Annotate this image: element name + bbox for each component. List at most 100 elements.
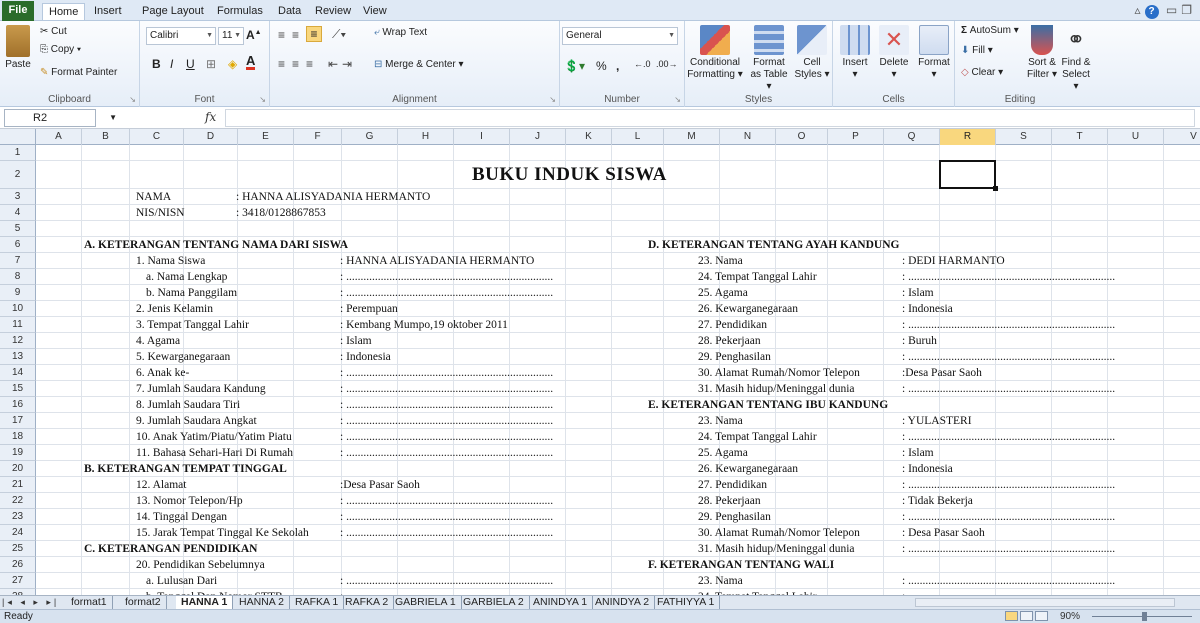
row-header-10[interactable]: 10 bbox=[0, 301, 36, 317]
spreadsheet-grid[interactable]: ABCDEFGHIJKLMNOPQRSTUVW 1234567891011121… bbox=[0, 129, 1200, 595]
font-color-icon[interactable]: A bbox=[246, 54, 256, 70]
column-header-c[interactable]: C bbox=[130, 129, 184, 145]
row-header-24[interactable]: 24 bbox=[0, 525, 36, 541]
row-header-5[interactable]: 5 bbox=[0, 221, 36, 237]
format-painter-button[interactable]: ✎ Format Painter bbox=[40, 67, 117, 78]
tab-page-layout[interactable]: Page Layout bbox=[136, 3, 210, 20]
tab-home[interactable]: Home bbox=[42, 3, 86, 20]
increase-indent-icon[interactable]: ⇥ bbox=[342, 57, 352, 71]
row-header-9[interactable]: 9 bbox=[0, 285, 36, 301]
sheet-tab[interactable]: ANINDYA 1 bbox=[528, 596, 594, 609]
window-minimize-icon[interactable]: ▭ bbox=[1166, 3, 1181, 17]
borders-icon[interactable]: ⊞ bbox=[206, 57, 216, 71]
column-header-b[interactable]: B bbox=[82, 129, 130, 145]
align-top-icon[interactable]: ≡ bbox=[278, 28, 285, 42]
column-header-n[interactable]: N bbox=[720, 129, 776, 145]
insert-cells-button[interactable]: Insert ▾ bbox=[837, 25, 873, 81]
column-header-p[interactable]: P bbox=[828, 129, 884, 145]
comma-button[interactable]: , bbox=[616, 59, 619, 73]
column-header-d[interactable]: D bbox=[184, 129, 238, 145]
column-header-r[interactable]: R bbox=[940, 129, 996, 145]
normal-view-icon[interactable] bbox=[1005, 611, 1018, 621]
delete-cells-button[interactable]: ✕ Delete ▾ bbox=[875, 25, 913, 81]
align-right-icon[interactable]: ≡ bbox=[306, 57, 313, 71]
font-launcher-icon[interactable]: ↘ bbox=[259, 95, 266, 104]
column-header-f[interactable]: F bbox=[294, 129, 342, 145]
format-cells-button[interactable]: Format ▾ bbox=[915, 25, 953, 81]
sheet-nav-arrows[interactable]: |◂ ◂ ▸ ▸| bbox=[2, 596, 59, 609]
align-middle-icon[interactable]: ≡ bbox=[292, 28, 299, 42]
row-header-18[interactable]: 18 bbox=[0, 429, 36, 445]
column-header-j[interactable]: J bbox=[510, 129, 566, 145]
merge-center-button[interactable]: ⊟ Merge & Center ▾ bbox=[374, 59, 464, 70]
column-header-i[interactable]: I bbox=[454, 129, 510, 145]
sheet-tab[interactable]: HANNA 2 bbox=[234, 596, 290, 609]
column-header-h[interactable]: H bbox=[398, 129, 454, 145]
sheet-tab[interactable]: ANINDYA 2 bbox=[590, 596, 656, 609]
column-header-v[interactable]: V bbox=[1164, 129, 1200, 145]
row-header-7[interactable]: 7 bbox=[0, 253, 36, 269]
tab-file[interactable]: File bbox=[2, 1, 34, 21]
tab-insert[interactable]: Insert bbox=[88, 3, 128, 20]
column-header-s[interactable]: S bbox=[996, 129, 1052, 145]
function-icon[interactable]: fx bbox=[205, 110, 216, 124]
column-header-q[interactable]: Q bbox=[884, 129, 940, 145]
column-header-k[interactable]: K bbox=[566, 129, 612, 145]
zoom-slider-handle[interactable] bbox=[1142, 612, 1147, 621]
horizontal-scrollbar[interactable] bbox=[915, 598, 1175, 607]
autosum-button[interactable]: Σ AutoSum ▾ bbox=[961, 25, 1019, 36]
align-left-icon[interactable]: ≡ bbox=[278, 57, 285, 71]
sheet-tab[interactable]: GARBIELA 2 bbox=[458, 596, 530, 609]
font-size-combo[interactable]: 11 ▼ bbox=[218, 27, 244, 45]
conditional-formatting-button[interactable]: Conditional Formatting ▾ bbox=[687, 25, 743, 81]
number-launcher-icon[interactable]: ↘ bbox=[674, 95, 681, 104]
name-box[interactable]: R2 ▼ bbox=[4, 109, 117, 127]
row-header-1[interactable]: 1 bbox=[0, 145, 36, 161]
row-header-16[interactable]: 16 bbox=[0, 397, 36, 413]
wrap-text-button[interactable]: ⤶ Wrap Text bbox=[374, 27, 427, 38]
page-break-view-icon[interactable] bbox=[1035, 611, 1048, 621]
row-header-19[interactable]: 19 bbox=[0, 445, 36, 461]
sheet-tab[interactable]: FATHIYYA 1 bbox=[652, 596, 721, 609]
clipboard-launcher-icon[interactable]: ↘ bbox=[129, 95, 136, 104]
decrease-decimal-icon[interactable]: .00→ bbox=[656, 59, 678, 69]
row-header-6[interactable]: 6 bbox=[0, 237, 36, 253]
row-header-13[interactable]: 13 bbox=[0, 349, 36, 365]
row-header-26[interactable]: 26 bbox=[0, 557, 36, 573]
align-bottom-icon[interactable]: ≡ bbox=[306, 26, 322, 42]
help-icon[interactable]: ? bbox=[1144, 5, 1159, 19]
formula-input[interactable] bbox=[225, 109, 1195, 127]
page-layout-view-icon[interactable] bbox=[1020, 611, 1033, 621]
copy-button[interactable]: ⎘ Copy ▾ bbox=[40, 44, 81, 55]
increase-decimal-icon[interactable]: ←.0 bbox=[634, 59, 651, 69]
row-header-12[interactable]: 12 bbox=[0, 333, 36, 349]
column-header-t[interactable]: T bbox=[1052, 129, 1108, 145]
tab-data[interactable]: Data bbox=[272, 3, 307, 20]
sheet-tab[interactable]: RAFKA 2 bbox=[340, 596, 395, 609]
row-header-15[interactable]: 15 bbox=[0, 381, 36, 397]
sheet-tab[interactable]: RAFKA 1 bbox=[290, 596, 345, 609]
row-header-11[interactable]: 11 bbox=[0, 317, 36, 333]
orientation-icon[interactable]: ⟋▾ bbox=[332, 27, 346, 42]
sheet-tab[interactable]: GABRIELA 1 bbox=[390, 596, 462, 609]
bold-button[interactable]: B bbox=[152, 57, 161, 71]
minimize-ribbon-icon[interactable]: ▵ bbox=[1135, 3, 1145, 17]
format-as-table-button[interactable]: Format as Table ▾ bbox=[747, 25, 791, 93]
chevron-down-icon[interactable]: ▼ bbox=[109, 110, 117, 126]
selected-cell[interactable] bbox=[939, 160, 998, 191]
currency-icon[interactable]: 💲▾ bbox=[564, 59, 585, 73]
cell-styles-button[interactable]: Cell Styles ▾ bbox=[793, 25, 831, 81]
column-header-a[interactable]: A bbox=[36, 129, 82, 145]
column-header-e[interactable]: E bbox=[238, 129, 294, 145]
font-name-combo[interactable]: Calibri ▼ bbox=[146, 27, 216, 45]
tab-formulas[interactable]: Formulas bbox=[211, 3, 269, 20]
underline-button[interactable]: U bbox=[186, 57, 195, 71]
cut-button[interactable]: ✂ Cut bbox=[40, 26, 67, 37]
row-header-25[interactable]: 25 bbox=[0, 541, 36, 557]
alignment-launcher-icon[interactable]: ↘ bbox=[549, 95, 556, 104]
zoom-level[interactable]: 90% bbox=[1060, 610, 1080, 623]
fill-button[interactable]: ⬇ Fill ▾ bbox=[961, 45, 993, 56]
grow-font-icon[interactable]: A▲ bbox=[246, 28, 262, 42]
row-header-23[interactable]: 23 bbox=[0, 509, 36, 525]
decrease-indent-icon[interactable]: ⇤ bbox=[328, 57, 338, 71]
